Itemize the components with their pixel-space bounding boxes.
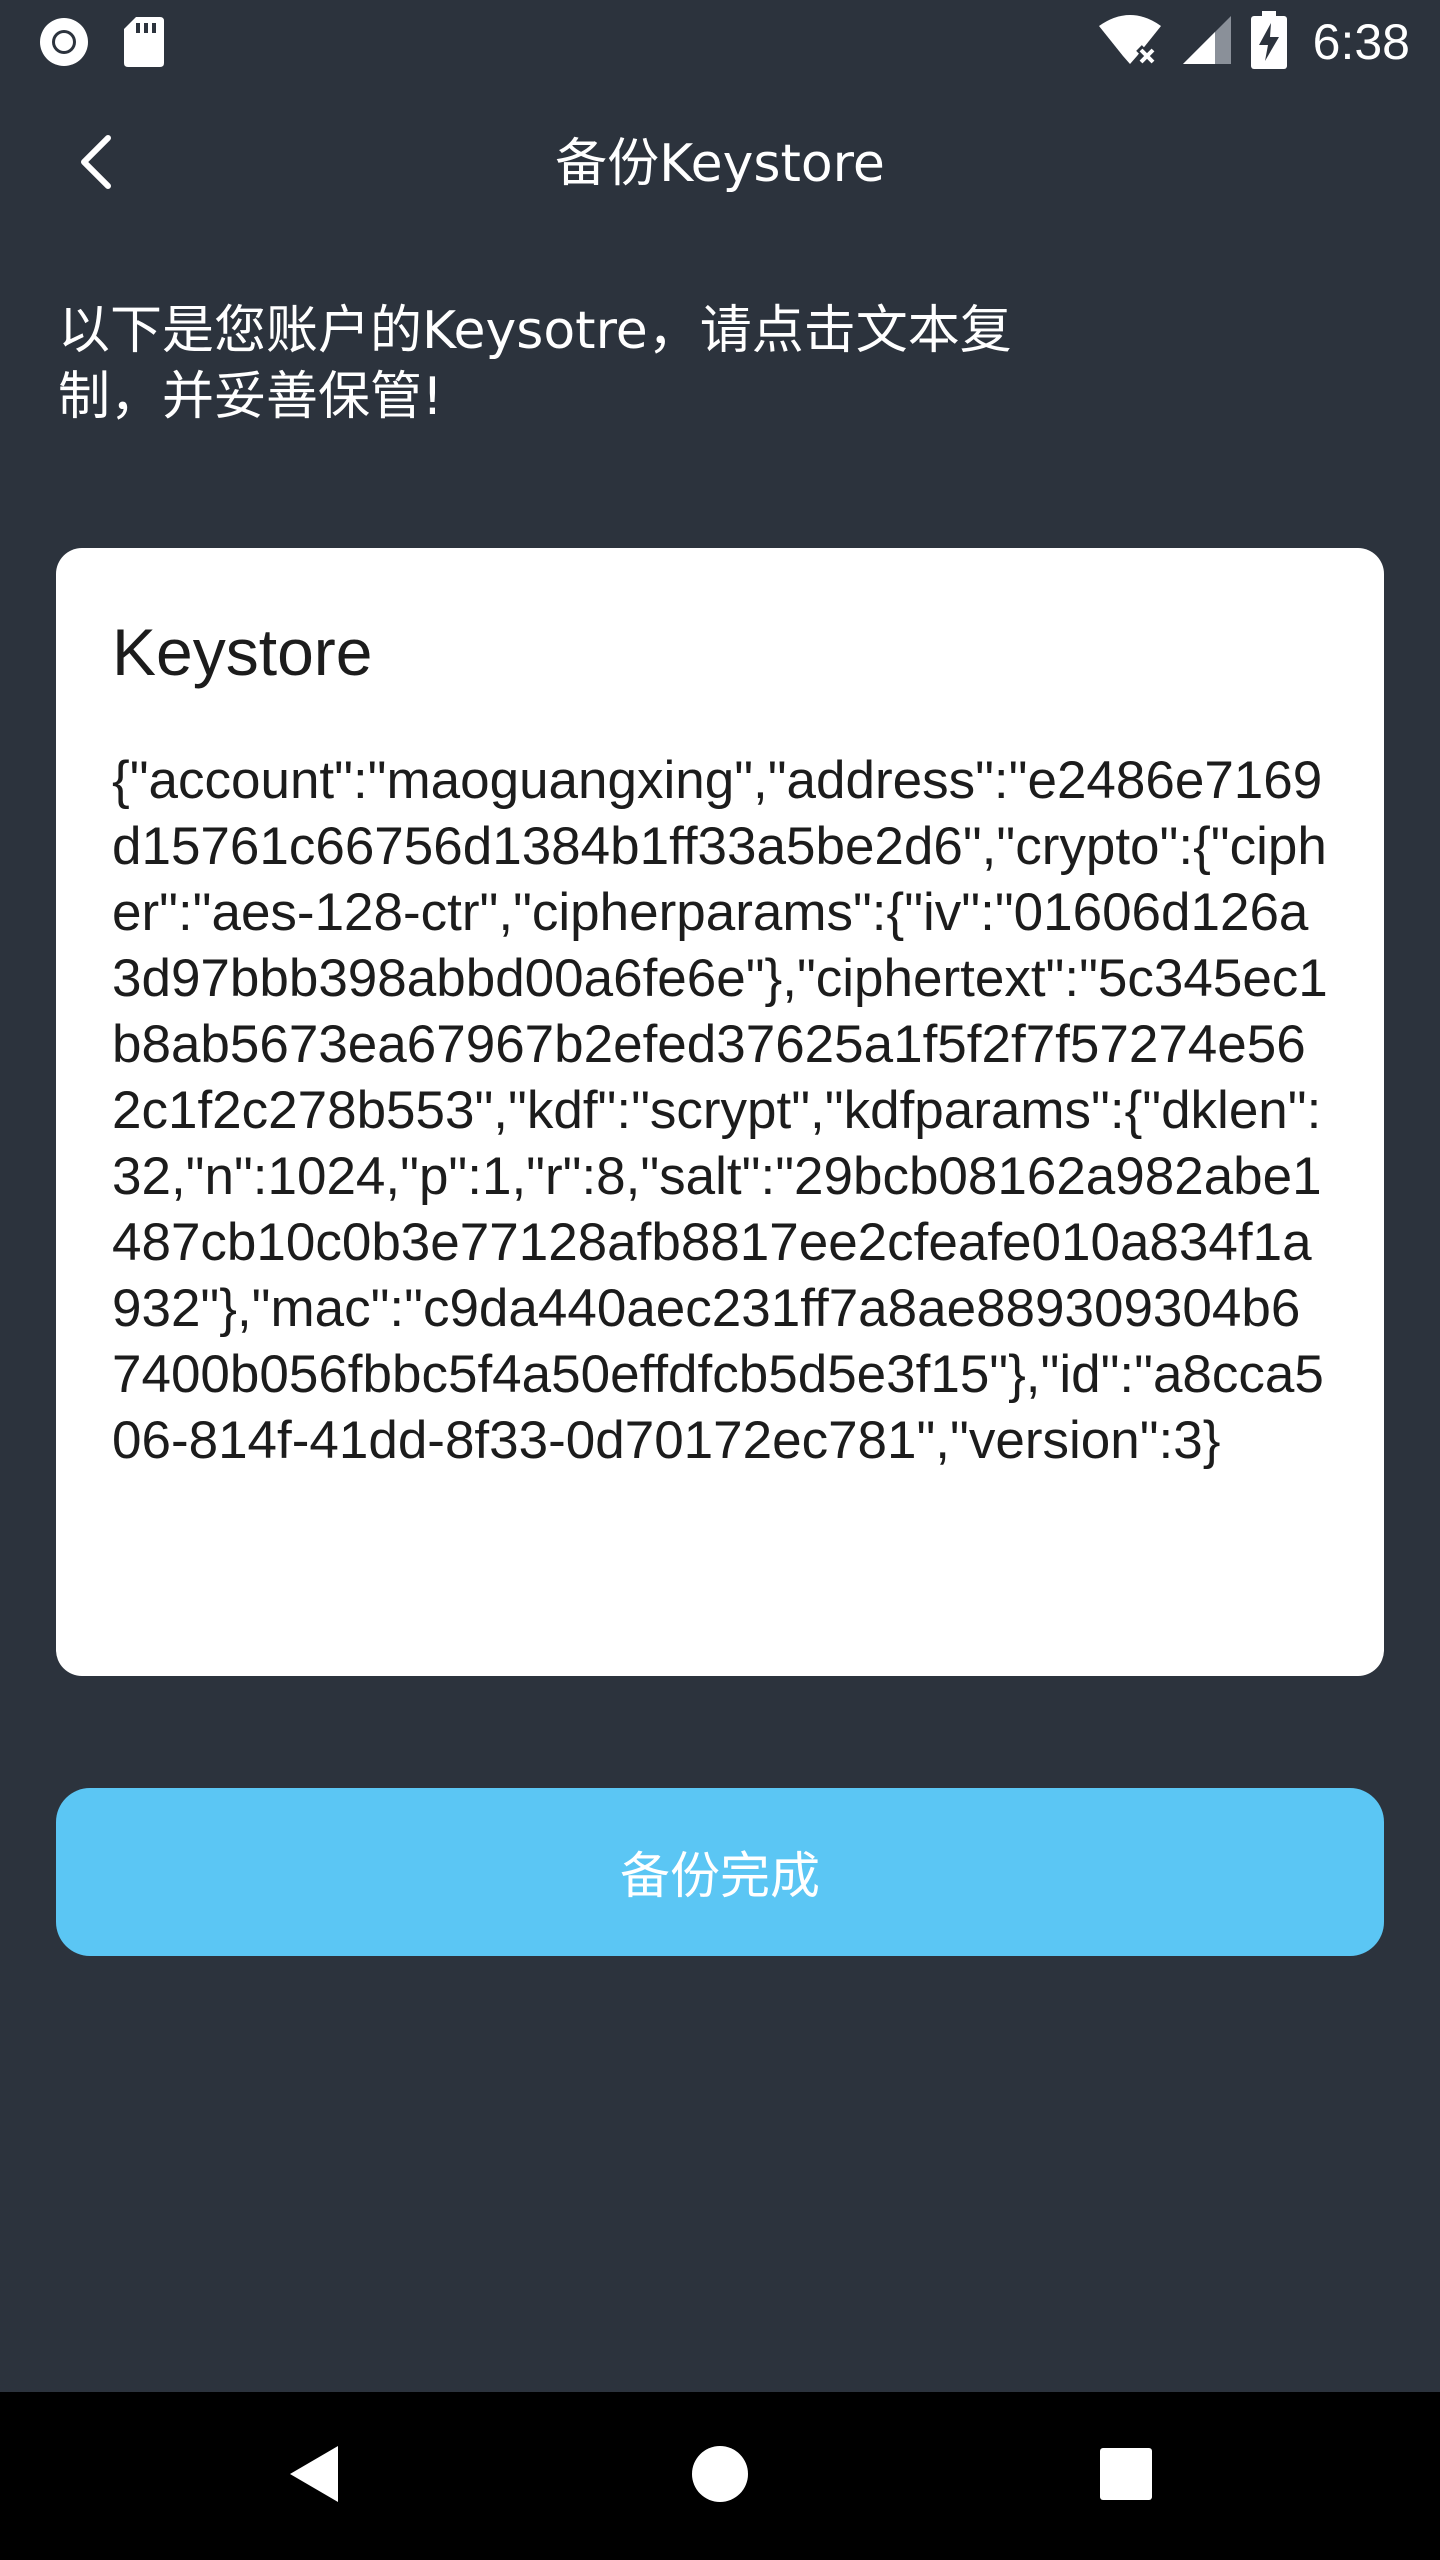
page-title: 备份Keystore (555, 134, 885, 194)
status-time: 6:38 (1312, 14, 1410, 70)
nav-bar (0, 2392, 1440, 2560)
instruction-text: 以下是您账户的Keysotre，请点击文本复制，并妥善保管! (58, 301, 1012, 427)
status-bar: 6:38 (0, 0, 1440, 84)
record-icon (36, 14, 92, 74)
keystore-card: Keystore {"account":"maoguangxing","addr… (56, 548, 1384, 1676)
cell-signal-icon (1181, 14, 1233, 70)
sd-card-icon (122, 15, 166, 73)
keystore-text[interactable]: {"account":"maoguangxing","address":"e24… (112, 748, 1328, 1474)
nav-home-icon (691, 2445, 749, 2507)
card-title: Keystore (112, 615, 373, 689)
nav-recents-button[interactable] (1026, 2392, 1226, 2560)
nav-back-icon (288, 2444, 340, 2508)
wifi-off-icon (1097, 12, 1163, 72)
toolbar: 备份Keystore (0, 84, 1440, 240)
nav-home-button[interactable] (620, 2392, 820, 2560)
nav-recents-icon (1099, 2447, 1153, 2505)
backup-done-button[interactable]: 备份完成 (56, 1788, 1384, 1956)
nav-back-button[interactable] (214, 2392, 414, 2560)
battery-charging-icon (1250, 11, 1287, 73)
